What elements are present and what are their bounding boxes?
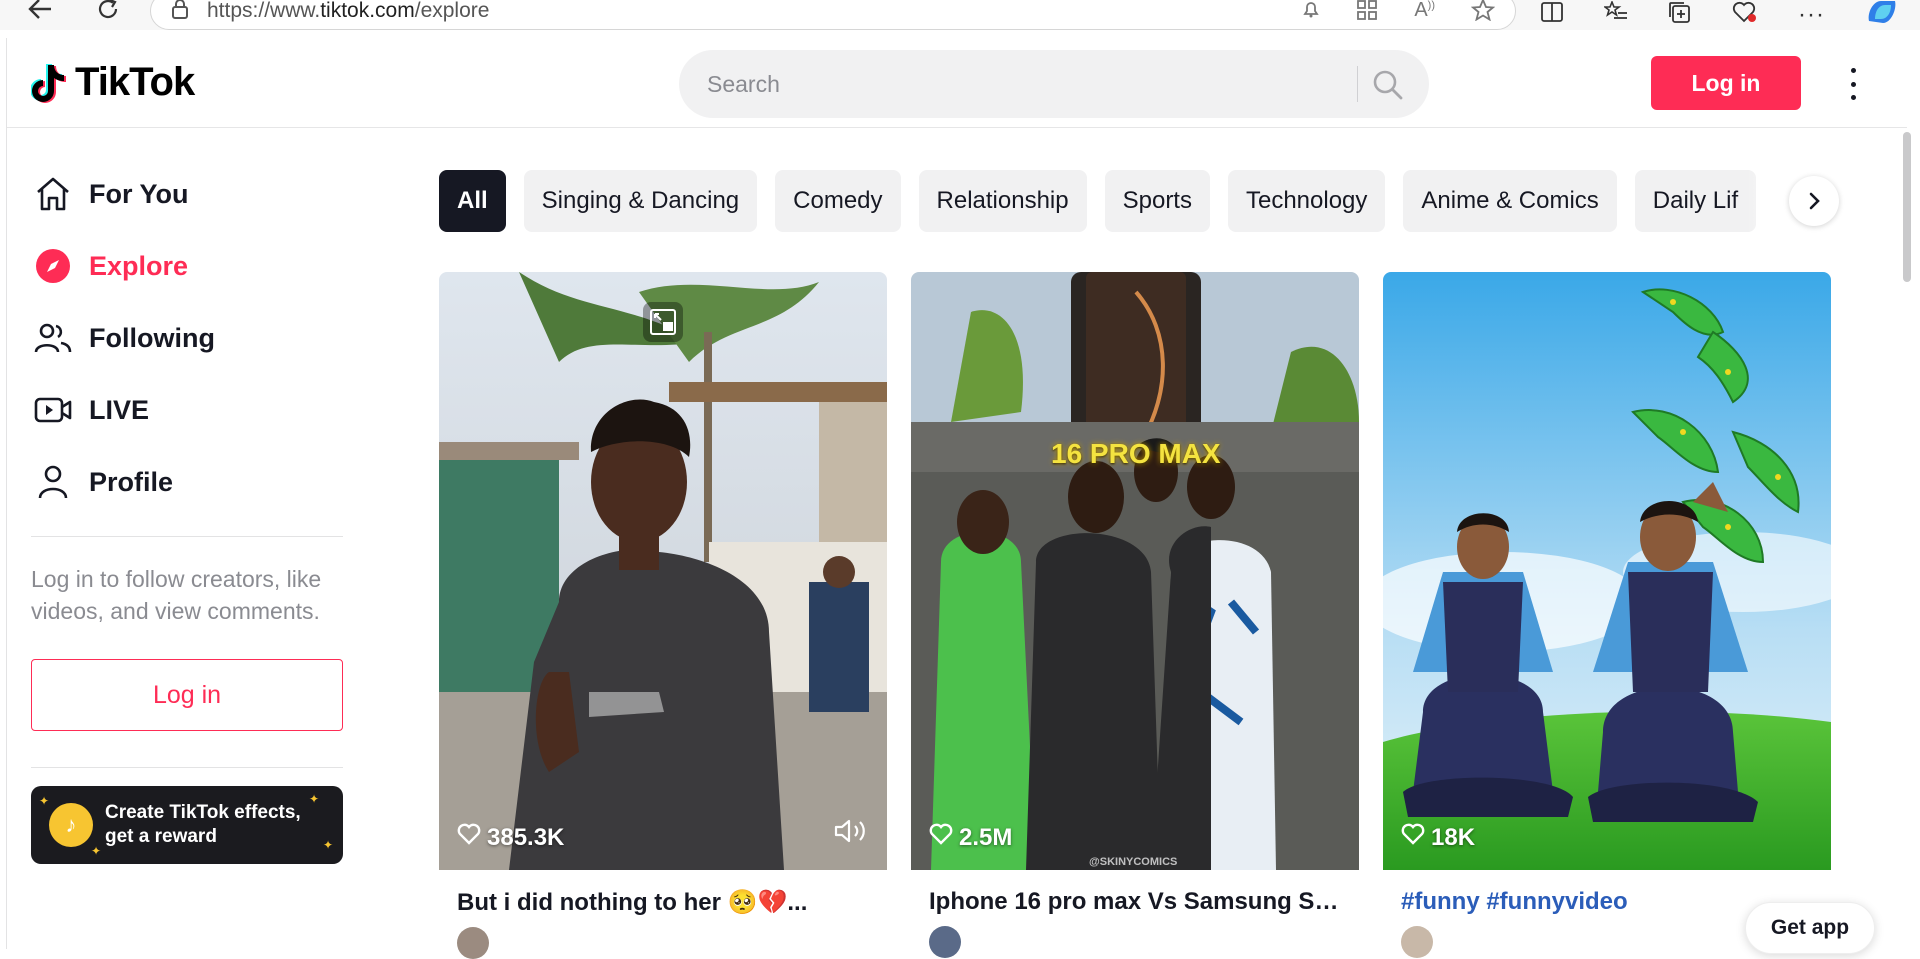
avatar[interactable] [457,927,489,959]
login-hint-text: Log in to follow creators, like videos, … [31,566,322,624]
category-chip-technology[interactable]: Technology [1227,170,1386,232]
back-icon[interactable] [20,0,60,24]
like-count: 18K [1401,823,1475,852]
home-icon [31,172,75,216]
page: TikTok Log in For You Explore [6,38,1911,959]
top-bar: TikTok Log in [7,38,1907,128]
sidebar-login-button[interactable]: Log in [31,659,343,731]
split-screen-icon[interactable] [1540,1,1564,29]
url-text: https://www.tiktok.com/explore [207,0,490,22]
category-chip-singing-dancing[interactable]: Singing & Dancing [523,170,758,232]
live-camera-icon [31,388,75,432]
sidebar-item-explore[interactable]: Explore [31,230,343,302]
sidebar-item-for-you[interactable]: For You [31,158,343,230]
copilot-icon[interactable] [1865,0,1899,31]
video-overlay-text: 16 PRO MAX [1051,438,1221,469]
like-count: 2.5M [929,823,1012,852]
video-card[interactable]: 18K #funny #funnyvideo [1383,272,1831,958]
more-options-icon[interactable]: ··· [1798,1,1825,29]
video-caption[interactable]: But i did nothing to her 🥺💔... [439,888,869,917]
scrollbar-thumb[interactable] [1903,132,1911,282]
category-chip-all[interactable]: All [439,170,506,232]
favorites-list-icon[interactable] [1602,0,1628,29]
apps-icon[interactable] [1356,0,1378,27]
sidebar-item-label: Following [89,322,215,353]
category-tabs: All Singing & Dancing Comedy Relationshi… [439,170,1839,234]
sidebar-divider [31,767,343,768]
sidebar-item-following[interactable]: Following [31,302,343,374]
sidebar-item-label: Profile [89,466,174,497]
video-caption[interactable]: #funny #funnyvideo [1383,888,1813,916]
sidebar-item-label: LIVE [89,394,150,425]
video-card[interactable]: 385.3K But i did nothing to her 🥺💔... [439,272,887,959]
sidebar-item-live[interactable]: LIVE [31,374,343,446]
chevron-right-icon[interactable] [1789,176,1839,226]
heart-icon [929,823,953,852]
health-extension-icon[interactable] [1732,0,1758,30]
collections-icon[interactable] [1668,1,1692,29]
video-thumbnail[interactable]: 18K [1383,272,1831,870]
volume-icon[interactable] [833,817,869,850]
tiktok-logo[interactable]: TikTok [30,60,195,105]
compass-icon [31,244,75,288]
tiktok-note-icon [30,61,69,105]
category-chip-comedy[interactable]: Comedy [775,170,901,232]
video-caption[interactable]: Iphone 16 pro max Vs Samsung S2... [911,888,1341,916]
sidebar-item-label: Explore [89,250,189,281]
video-frame-image [911,272,1359,870]
search-input[interactable] [707,70,1347,98]
avatar[interactable] [929,926,961,958]
category-chip-relationship[interactable]: Relationship [918,170,1087,232]
video-thumbnail[interactable]: 385.3K [439,272,887,870]
heart-icon [1401,823,1425,852]
video-frame-image [1383,272,1831,870]
sidebar-item-profile[interactable]: Profile [31,446,343,518]
heart-icon [457,823,481,852]
page-scrollbar[interactable] [1901,132,1913,952]
people-icon [31,316,75,360]
search-icon[interactable] [1371,68,1405,102]
read-aloud-icon[interactable]: A)) [1414,0,1435,27]
video-watermark: @SKINYCOMICS [1089,856,1178,868]
favorite-star-icon[interactable] [1470,0,1496,27]
sidebar-divider [31,536,343,537]
effects-text: Create TikTok effects, get a reward [105,802,301,847]
avatar[interactable] [1401,926,1433,958]
video-frame-image [439,272,887,870]
address-bar[interactable]: https://www.tiktok.com/explore A)) [150,0,1516,30]
create-effects-banner[interactable]: ✦ ✦ ✦ ✦ ♪ Create TikTok effects, get a r… [31,786,343,864]
more-menu-icon[interactable] [1843,64,1863,104]
video-card[interactable]: 16 PRO MAX @SKINYCOMICS 2.5M Iphone 16 p… [911,272,1359,958]
category-chip-anime-comics[interactable]: Anime & Comics [1403,170,1617,232]
get-app-button[interactable]: Get app [1745,902,1875,954]
search-divider [1357,66,1358,102]
browser-toolbar: https://www.tiktok.com/explore A)) ··· [0,0,1920,30]
bell-icon[interactable] [1302,0,1320,27]
like-count: 385.3K [457,823,564,852]
lock-icon [171,0,189,24]
picture-in-picture-icon[interactable] [643,302,683,342]
author-row[interactable] [911,926,1359,958]
music-note-icon: ♪ [49,803,93,847]
category-chip-daily-life[interactable]: Daily Lif [1634,170,1757,232]
category-chip-sports[interactable]: Sports [1104,170,1210,232]
person-icon [31,460,75,504]
reload-icon[interactable] [88,0,128,24]
author-row[interactable] [439,927,887,959]
logo-text: TikTok [75,60,195,104]
search-bar [679,50,1429,118]
header-login-button[interactable]: Log in [1651,56,1801,110]
sidebar: For You Explore Following LIVE Profile L… [31,158,343,864]
sidebar-item-label: For You [89,178,189,209]
video-thumbnail[interactable]: 16 PRO MAX @SKINYCOMICS 2.5M [911,272,1359,870]
